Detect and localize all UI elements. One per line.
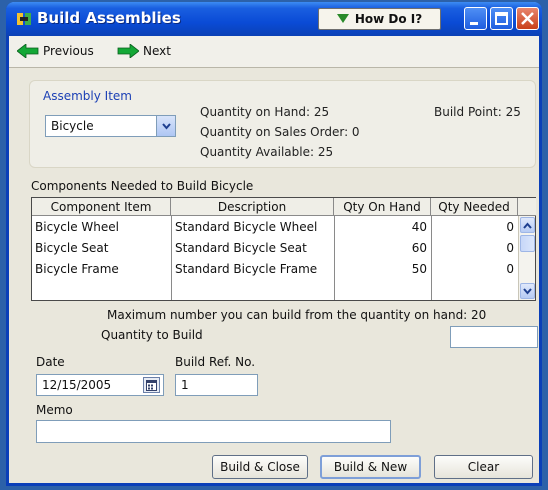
arrow-right-icon [117, 44, 139, 58]
cell-qty-on-hand: 50 [411, 262, 427, 276]
components-label: Components Needed to Build Bicycle [31, 179, 254, 193]
quantity-to-build-input[interactable] [450, 326, 538, 348]
build-and-new-button[interactable]: Build & New [320, 455, 421, 479]
arrow-left-icon [17, 44, 39, 58]
build-point: Build Point: 25 [434, 105, 521, 119]
cell-qty-needed: 0 [506, 262, 514, 276]
col-header-description[interactable]: Description [171, 198, 334, 216]
cell-component-item: Bicycle Seat [35, 241, 109, 255]
assembly-item-value: Bicycle [51, 119, 94, 133]
memo-label: Memo [36, 403, 73, 417]
scroll-down-button[interactable] [520, 283, 535, 299]
how-do-i-label: How Do I? [354, 12, 423, 26]
calendar-icon [146, 379, 157, 391]
maximize-button[interactable] [490, 7, 513, 30]
assembly-item-select[interactable]: Bicycle [45, 115, 176, 137]
scroll-thumb[interactable] [520, 235, 535, 252]
next-button[interactable]: Next [117, 44, 171, 58]
cell-qty-on-hand: 60 [411, 241, 427, 255]
date-value: 12/15/2005 [42, 378, 112, 392]
cell-description: Standard Bicycle Seat [175, 241, 307, 255]
clear-button[interactable]: Clear [434, 455, 533, 479]
previous-button[interactable]: Previous [17, 44, 94, 58]
build-ref-label: Build Ref. No. [175, 355, 256, 369]
col-header-component-item[interactable]: Component Item [32, 198, 171, 216]
maximize-icon [495, 12, 508, 25]
build-and-close-button[interactable]: Build & Close [212, 455, 308, 479]
date-field[interactable]: 12/15/2005 [36, 374, 164, 396]
quantity-available: Quantity Available: 25 [200, 145, 334, 159]
quantity-on-hand: Quantity on Hand: 25 [200, 105, 330, 119]
memo-field[interactable] [36, 420, 391, 443]
max-build-text: Maximum number you can build from the qu… [107, 308, 487, 322]
chevron-up-icon [523, 221, 532, 229]
assembly-item-label: Assembly Item [43, 89, 132, 103]
table-scrollbar[interactable] [518, 216, 535, 300]
cell-description: Standard Bicycle Frame [175, 262, 318, 276]
cell-component-item: Bicycle Wheel [35, 220, 119, 234]
cell-qty-needed: 0 [506, 220, 514, 234]
window-title: Build Assemblies [37, 9, 181, 27]
col-header-qty-needed[interactable]: Qty Needed [431, 198, 518, 216]
next-label: Next [143, 44, 171, 58]
cell-component-item: Bicycle Frame [35, 262, 119, 276]
app-icon [17, 13, 31, 25]
cell-qty-needed: 0 [506, 241, 514, 255]
column-divider [171, 216, 172, 300]
components-table: Component Item Description Qty On Hand Q… [31, 197, 536, 301]
chevron-down-icon [523, 287, 532, 295]
title-bar[interactable]: Build Assemblies How Do I? [6, 2, 542, 36]
close-button[interactable] [516, 7, 539, 30]
cell-description: Standard Bicycle Wheel [175, 220, 318, 234]
minimize-icon [470, 22, 478, 25]
quantity-on-sales-order: Quantity on Sales Order: 0 [200, 125, 360, 139]
build-ref-value: 1 [181, 378, 189, 392]
build-assemblies-window: Build Assemblies How Do I? Previous Next… [6, 2, 542, 486]
build-ref-field[interactable]: 1 [175, 374, 258, 396]
how-do-i-button[interactable]: How Do I? [318, 8, 441, 30]
close-icon [521, 12, 534, 25]
chevron-down-icon [161, 122, 171, 130]
quantity-to-build-label: Quantity to Build [101, 328, 203, 342]
date-label: Date [36, 355, 65, 369]
minimize-button[interactable] [464, 7, 487, 30]
toolbar: Previous Next [9, 36, 539, 68]
calendar-button[interactable] [143, 377, 160, 393]
scroll-up-button[interactable] [520, 217, 535, 233]
cell-qty-on-hand: 40 [411, 220, 427, 234]
triangle-down-icon [336, 14, 349, 23]
assembly-dropdown-button[interactable] [156, 116, 175, 136]
header-corner [518, 198, 536, 216]
previous-label: Previous [43, 44, 94, 58]
assembly-panel: Assembly Item Bicycle Quantity on Hand: … [29, 80, 536, 168]
col-header-qty-on-hand[interactable]: Qty On Hand [334, 198, 431, 216]
